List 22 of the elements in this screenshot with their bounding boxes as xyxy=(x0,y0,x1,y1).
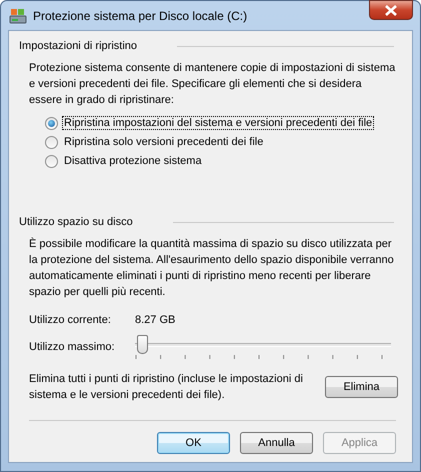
window-title: Protezione sistema per Disco locale (C:) xyxy=(33,8,248,22)
drive-icon xyxy=(9,8,27,24)
usage-label: Utilizzo corrente: xyxy=(29,314,112,326)
usage-value: 8.27 GB xyxy=(135,314,176,326)
slider-thumb[interactable] xyxy=(137,335,148,354)
dialog-button[interactable]: OK xyxy=(157,432,230,454)
radio-button[interactable] xyxy=(45,116,58,130)
radio-button[interactable] xyxy=(45,154,58,168)
usage-slider[interactable] xyxy=(135,335,391,359)
delete-description: Elimina tutti i punti di ripristino (incluse le impostazioni di sistema e le versioni precedenti dei file). xyxy=(29,372,304,403)
radio-option[interactable]: Ripristina solo versioni precedenti dei file xyxy=(45,135,402,149)
radio-button[interactable] xyxy=(45,136,58,148)
description-text: È possibile modificare la quantità massima di spazio su disco utilizzata per la protezione del sistema. All'esaurimento dello spazio disponibile verranno automaticamente eliminati i punti di ripristino meno recenti per liberare spazio per quelli più recenti. xyxy=(29,236,395,300)
max-usage-label: Utilizzo massimo: xyxy=(29,341,116,353)
description-text: Protezione sistema consente di mantenere copie di impostazioni di sistema e versioni precedenti dei file. Specificare gli elementi che si desidera essere in grado di ripristinare: xyxy=(29,61,396,108)
section-heading: Impostazioni di ripristino xyxy=(19,40,137,52)
section-heading: Utilizzo spazio su disco xyxy=(19,216,133,228)
close-icon xyxy=(385,4,397,16)
delete-button[interactable]: Elimina xyxy=(325,376,398,398)
dialog-button[interactable]: Annulla xyxy=(240,432,313,454)
radio-option[interactable]: Disattiva protezione sistema xyxy=(45,154,402,168)
close-button[interactable] xyxy=(369,0,413,20)
